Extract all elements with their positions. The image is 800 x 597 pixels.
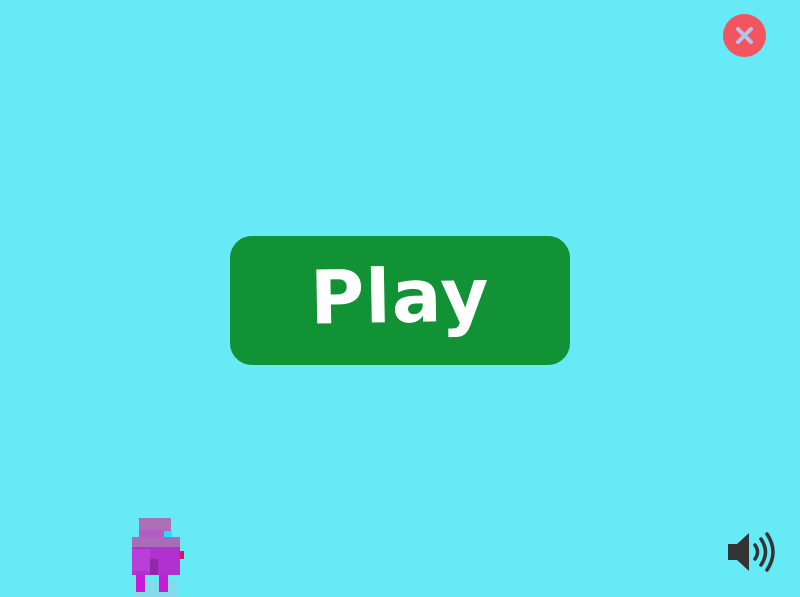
game-stage: Play bbox=[0, 0, 800, 597]
play-button[interactable]: Play bbox=[230, 236, 570, 365]
player-character bbox=[130, 517, 186, 597]
close-icon bbox=[736, 27, 753, 44]
play-button-label: Play bbox=[309, 251, 491, 342]
sound-toggle-button[interactable] bbox=[726, 530, 776, 574]
pixel-robot-sprite bbox=[132, 518, 184, 597]
speaker-volume-icon bbox=[728, 532, 775, 572]
close-button[interactable] bbox=[723, 14, 766, 57]
